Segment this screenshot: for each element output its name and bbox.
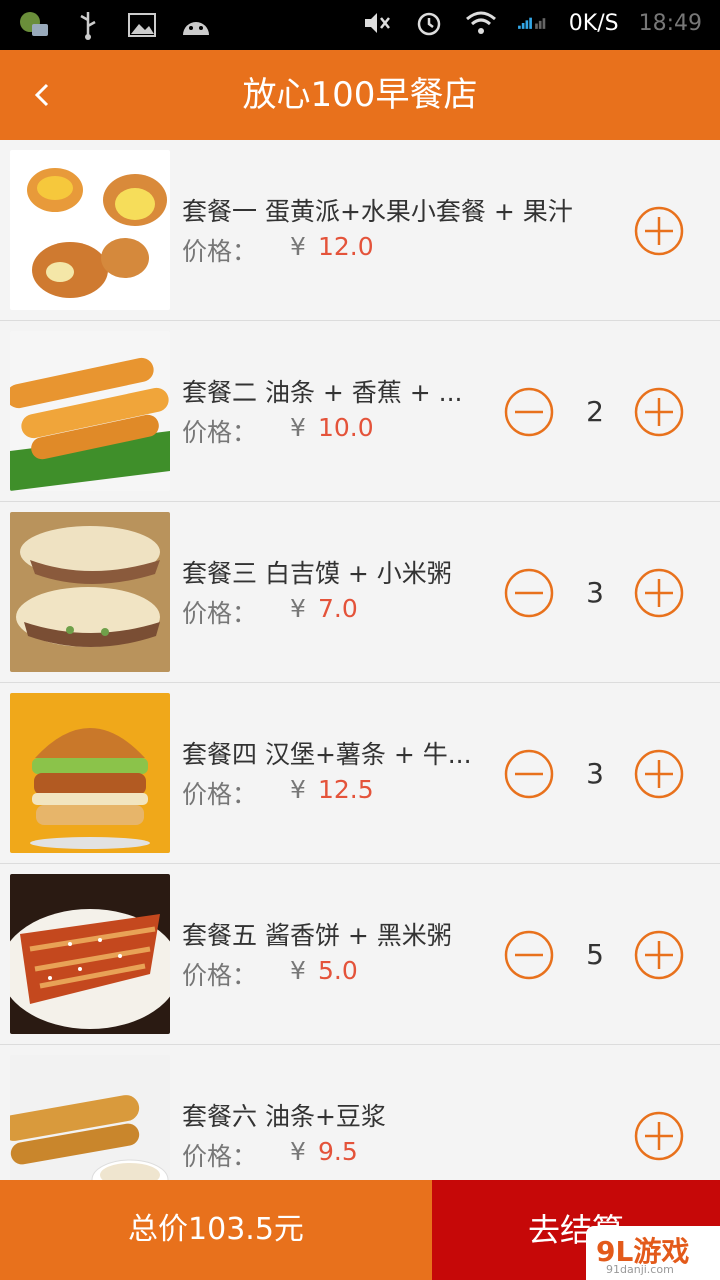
- item-price: 价格： ¥ 5.0: [182, 956, 358, 992]
- item-name: 套餐六 油条+豆浆: [182, 1102, 386, 1131]
- minus-circle-icon: [504, 387, 554, 437]
- list-item: 套餐四 汉堡+薯条 + 牛... 价格： ¥ 12.5 3: [0, 683, 720, 864]
- remove-button[interactable]: [504, 387, 554, 437]
- app-notification-icon: [18, 10, 50, 40]
- price-value: 10.0: [318, 413, 374, 442]
- plus-circle-icon: [634, 749, 684, 799]
- minus-circle-icon: [504, 568, 554, 618]
- add-button[interactable]: [634, 749, 684, 799]
- list-item: 套餐六 油条+豆浆 价格： ¥ 9.5: [0, 1045, 720, 1180]
- price-label: 价格：: [182, 1142, 258, 1171]
- price-label: 价格：: [182, 961, 258, 990]
- plus-circle-icon: [634, 387, 684, 437]
- android-icon: [180, 10, 212, 40]
- plus-circle-icon: [634, 568, 684, 618]
- price-currency: ¥: [290, 594, 306, 623]
- list-item: 套餐五 酱香饼 + 黑米粥 价格： ¥ 5.0 5: [0, 864, 720, 1045]
- item-thumbnail: [10, 331, 170, 491]
- add-button[interactable]: [634, 568, 684, 618]
- item-price: 价格： ¥ 12.0: [182, 232, 374, 268]
- price-currency: ¥: [290, 956, 306, 985]
- status-bar: 0K/S 18:49: [0, 0, 720, 50]
- item-name: 套餐五 酱香饼 + 黑米粥: [182, 921, 452, 950]
- quantity: 2: [586, 395, 604, 428]
- price-label: 价格：: [182, 599, 258, 628]
- image-icon: [126, 10, 158, 40]
- item-price: 价格： ¥ 7.0: [182, 594, 358, 630]
- item-thumbnail: [10, 150, 170, 310]
- item-name: 套餐三 白吉馍 + 小米粥: [182, 559, 452, 588]
- item-name: 套餐四 汉堡+薯条 + 牛...: [182, 740, 472, 769]
- price-currency: ¥: [290, 413, 306, 442]
- watermark-site: 91danji.com: [606, 1263, 674, 1276]
- price-currency: ¥: [290, 1137, 306, 1166]
- minus-circle-icon: [504, 749, 554, 799]
- price-label: 价格：: [182, 418, 258, 447]
- site-watermark: 9L游戏 91danji.com: [586, 1226, 720, 1280]
- price-currency: ¥: [290, 775, 306, 804]
- list-item: 套餐一 蛋黄派+水果小套餐 + 果汁 价格： ¥ 12.0: [0, 140, 720, 321]
- item-price: 价格： ¥ 12.5: [182, 775, 374, 811]
- plus-circle-icon: [634, 930, 684, 980]
- list-item: 套餐三 白吉馍 + 小米粥 价格： ¥ 7.0 3: [0, 502, 720, 683]
- item-thumbnail: [10, 874, 170, 1034]
- signal-icon: [517, 8, 549, 38]
- item-price: 价格： ¥ 9.5: [182, 1137, 358, 1173]
- title-bar: 放心100早餐店: [0, 50, 720, 140]
- minus-circle-icon: [504, 930, 554, 980]
- list-item: 套餐二 油条 + 香蕉 + ... 价格： ¥ 10.0 2: [0, 321, 720, 502]
- wifi-icon: [465, 8, 497, 38]
- add-button[interactable]: [634, 387, 684, 437]
- quantity: 3: [586, 576, 604, 609]
- alarm-icon: [413, 8, 445, 38]
- plus-circle-icon: [634, 206, 684, 256]
- remove-button[interactable]: [504, 568, 554, 618]
- menu-list[interactable]: 套餐一 蛋黄派+水果小套餐 + 果汁 价格： ¥ 12.0 套餐二 油条 + 香…: [0, 140, 720, 1180]
- mute-icon: [361, 8, 393, 38]
- price-label: 价格：: [182, 237, 258, 266]
- price-currency: ¥: [290, 232, 306, 261]
- quantity: 5: [586, 938, 604, 971]
- item-name: 套餐一 蛋黄派+水果小套餐 + 果汁: [182, 197, 573, 226]
- usb-icon: [72, 10, 104, 40]
- item-price: 价格： ¥ 10.0: [182, 413, 374, 449]
- add-button[interactable]: [634, 930, 684, 980]
- plus-circle-icon: [634, 1111, 684, 1161]
- add-button[interactable]: [634, 1111, 684, 1161]
- price-value: 12.5: [318, 775, 374, 804]
- quantity: 3: [586, 757, 604, 790]
- price-value: 5.0: [318, 956, 358, 985]
- item-thumbnail: [10, 693, 170, 853]
- item-thumbnail: [10, 512, 170, 672]
- price-value: 9.5: [318, 1137, 358, 1166]
- price-label: 价格：: [182, 780, 258, 809]
- page-title: 放心100早餐店: [242, 75, 478, 115]
- item-thumbnail: [10, 1055, 170, 1180]
- add-button[interactable]: [634, 206, 684, 256]
- network-speed: 0K/S: [568, 10, 619, 36]
- remove-button[interactable]: [504, 930, 554, 980]
- clock: 18:49: [638, 10, 702, 36]
- total-price: 总价103.5元: [0, 1180, 432, 1280]
- price-value: 12.0: [318, 232, 374, 261]
- price-value: 7.0: [318, 594, 358, 623]
- remove-button[interactable]: [504, 749, 554, 799]
- item-name: 套餐二 油条 + 香蕉 + ...: [182, 378, 463, 407]
